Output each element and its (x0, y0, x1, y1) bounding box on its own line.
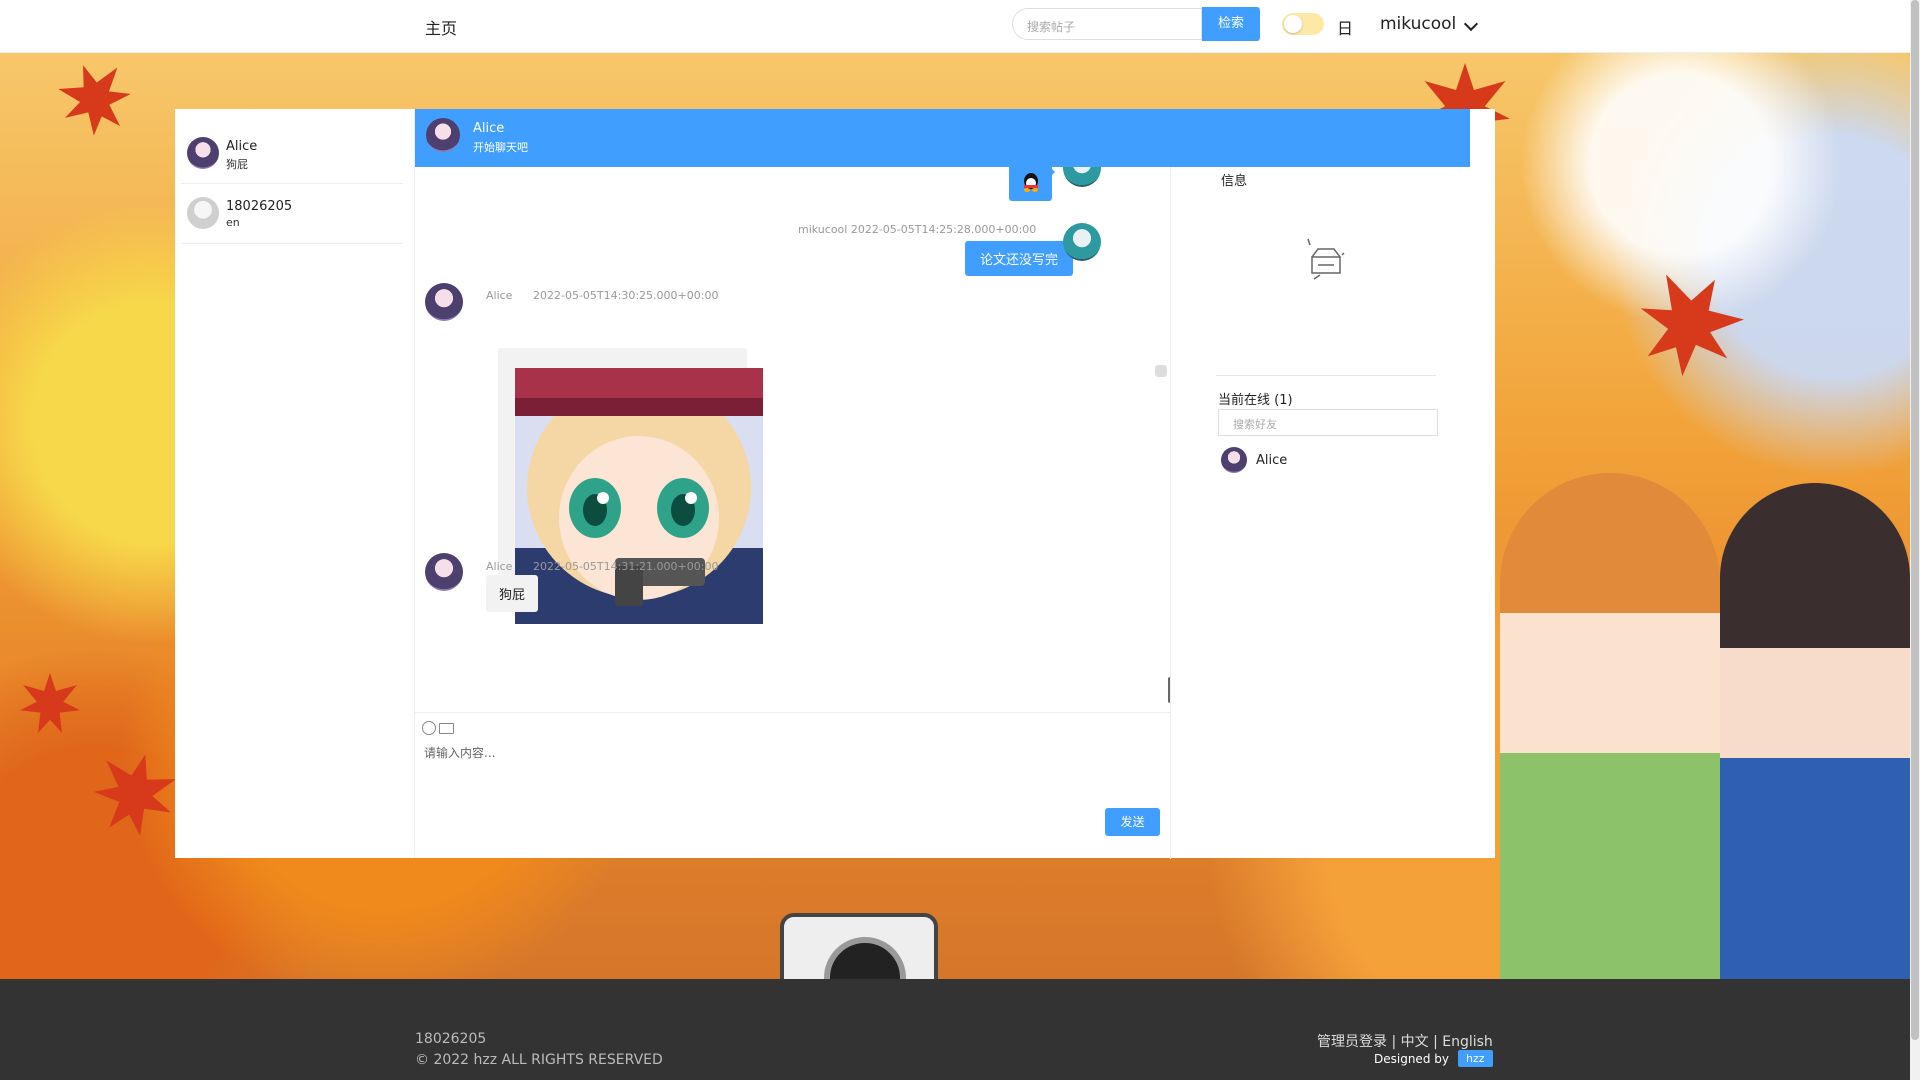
avatar (1063, 223, 1101, 261)
chat-partner-name: Alice (473, 121, 505, 136)
message-timestamp: 2022-05-05T14:31:21.000+00:00 (533, 560, 719, 573)
avatar[interactable] (1221, 447, 1247, 473)
chat-window: Alice 狗屁 18026205 en Alice 开始聊天吧 mikucoo… (175, 109, 1495, 859)
page-scrollbar[interactable] (1910, 0, 1920, 1080)
footer: 18026205 © 2022 hzz ALL RIGHTS RESERVED … (0, 979, 1910, 1080)
message-bubble-sticker (1009, 167, 1055, 201)
message-timestamp: mikucool 2022-05-05T14:25:28.000+00:00 (798, 223, 1037, 236)
message-bubble: 狗屁 (486, 575, 539, 612)
anime-girl-illustration (1720, 483, 1910, 979)
emoji-icon[interactable] (422, 721, 436, 735)
chat-header: Alice 开始聊天吧 (415, 109, 1470, 167)
scrollbar-thumb[interactable] (1911, 0, 1919, 1040)
nav-home-link[interactable]: 主页 (425, 15, 457, 39)
avatar (425, 283, 463, 321)
empty-inbox-icon (1307, 238, 1345, 280)
avatar (425, 553, 463, 591)
friend-search-input[interactable]: 搜索好友 (1218, 409, 1438, 436)
top-navbar: 主页 搜索帖子 检索 日 mikucool (0, 0, 1920, 53)
footer-links[interactable]: 管理员登录 | 中文 | English (1317, 1031, 1493, 1051)
designed-by-label: Designed by (1374, 1052, 1449, 1066)
contact-name: Alice (226, 139, 258, 154)
avatar (426, 118, 460, 152)
search-button[interactable]: 检索 (1202, 7, 1260, 41)
maple-leaf (20, 673, 80, 733)
chevron-down-icon[interactable] (1463, 16, 1479, 32)
anime-sticker-image (515, 368, 763, 624)
contact-list: Alice 狗屁 18026205 en (175, 109, 415, 858)
folder-icon[interactable] (439, 723, 454, 734)
contact-name: 18026205 (226, 199, 293, 214)
message-composer: 请输入内容... 发送 (415, 712, 1171, 859)
message-input[interactable]: 请输入内容... (424, 744, 495, 761)
side-panel: 信息 当前在线 (1) 搜索好友 Alice (1171, 167, 1470, 858)
send-button[interactable]: 发送 (1105, 808, 1160, 836)
chat-subtitle: 开始聊天吧 (473, 141, 528, 154)
contact-item[interactable]: Alice 狗屁 (181, 125, 403, 184)
qq-penguin-icon (1024, 173, 1038, 192)
avatar (1063, 167, 1101, 187)
theme-label: 日 (1337, 19, 1354, 38)
theme-toggle[interactable] (1282, 13, 1324, 35)
message-timestamp: 2022-05-05T14:30:25.000+00:00 (533, 289, 719, 302)
avatar (187, 137, 219, 169)
designer-badge[interactable]: hzz (1458, 1050, 1493, 1067)
message-sender: Alice (486, 289, 513, 302)
maple-leaf (1622, 255, 1759, 392)
message-sender: Alice (486, 560, 513, 573)
scroll-indicator (1155, 365, 1167, 377)
maple-leaf (86, 744, 184, 842)
contact-last-message: en (226, 216, 240, 229)
avatar (187, 197, 219, 229)
info-title: 信息 (1221, 174, 1248, 189)
anime-girl-illustration (1500, 473, 1720, 979)
search-input[interactable]: 搜索帖子 (1012, 8, 1202, 40)
footer-copyright: © 2022 hzz ALL RIGHTS RESERVED (415, 1052, 663, 1068)
divider (1216, 375, 1436, 376)
footer-id: 18026205 (415, 1031, 487, 1047)
camera-illustration (780, 913, 938, 979)
online-user-name[interactable]: Alice (1256, 453, 1287, 468)
message-bubble: 论文还没写完 (965, 241, 1077, 276)
contact-last-message: 狗屁 (226, 158, 248, 171)
message-list[interactable]: mikucool 2022-05-05T14:25:28.000+00:00 论… (415, 167, 1171, 712)
online-count: 当前在线 (1) (1218, 393, 1293, 408)
user-menu[interactable]: mikucool (1380, 14, 1456, 34)
contact-item[interactable]: 18026205 en (181, 185, 403, 244)
maple-leaf (50, 53, 140, 143)
